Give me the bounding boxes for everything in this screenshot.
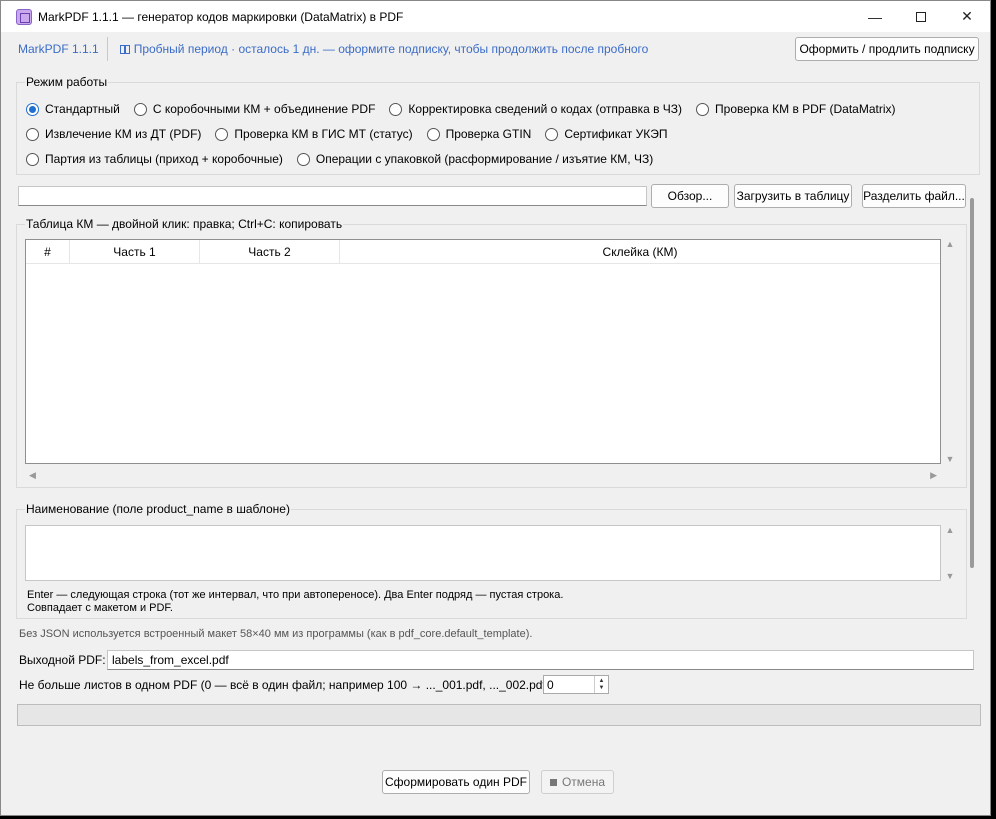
window-title: MarkPDF 1.1.1 — генератор кодов маркиров… <box>38 9 404 24</box>
spin-down-icon[interactable]: ▼ <box>599 685 605 692</box>
mode-radio-label: С коробочными КМ + объединение PDF <box>152 102 376 116</box>
minimize-button[interactable]: — <box>852 1 898 32</box>
page-scrollbar-thumb[interactable] <box>970 198 974 568</box>
version-label: MarkPDF 1.1.1 <box>10 37 108 61</box>
file-path-input[interactable] <box>18 186 647 206</box>
mode-radio-correction[interactable]: Корректировка сведений о кодах (отправка… <box>389 102 682 116</box>
trial-notice[interactable]: Пробный период · осталось 1 дн. — оформи… <box>119 42 649 56</box>
codes-table-title: Таблица КМ — двойной клик: правка; Ctrl+… <box>25 217 344 231</box>
column-header-code[interactable]: Склейка (КМ) <box>340 240 940 264</box>
mode-row-1: Стандартный С коробочными КМ + объединен… <box>26 101 910 117</box>
mode-radio-packaging[interactable]: Операции с упаковкой (расформирование / … <box>296 152 654 166</box>
mode-radio-label: Сертификат УКЭП <box>564 127 668 141</box>
mode-radio-label: Проверка КМ в ГИС МТ (статус) <box>234 127 413 141</box>
codes-table-group: Таблица КМ — двойной клик: правка; Ctrl+… <box>16 217 967 488</box>
radio-icon <box>26 102 39 116</box>
mode-radio-label: Проверка КМ в PDF (DataMatrix) <box>715 102 896 116</box>
radio-icon <box>426 127 440 141</box>
radio-icon <box>545 127 559 141</box>
radio-icon <box>26 152 39 166</box>
top-bar: MarkPDF 1.1.1 Пробный период · осталось … <box>10 34 981 64</box>
max-sheets-value: 0 <box>547 677 554 692</box>
stop-icon <box>549 778 557 786</box>
radio-icon <box>133 102 147 116</box>
mode-group-title: Режим работы <box>25 75 109 89</box>
progress-bar <box>17 704 981 726</box>
mode-radio-label: Стандартный <box>45 102 120 116</box>
mode-radio-check-gtin[interactable]: Проверка GTIN <box>426 127 532 141</box>
scroll-right-icon[interactable]: ▶ <box>930 470 937 481</box>
product-name-hint: Enter — следующая строка (тот же интерва… <box>27 589 564 614</box>
window-controls: — ✕ <box>852 1 990 32</box>
mode-row-3: Партия из таблицы (приход + коробочные) … <box>26 151 667 167</box>
mode-radio-check-pdf[interactable]: Проверка КМ в PDF (DataMatrix) <box>696 102 896 116</box>
product-name-group: Наименование (поле product_name в шаблон… <box>16 502 967 619</box>
max-sheets-label: Не больше листов в одном PDF (0 — всё в … <box>19 678 554 692</box>
maximize-button[interactable] <box>898 1 944 32</box>
column-header-part1[interactable]: Часть 1 <box>70 240 200 264</box>
cancel-label: Отмена <box>561 775 606 789</box>
product-name-title: Наименование (поле product_name в шаблон… <box>25 502 291 516</box>
scroll-down-icon[interactable]: ▼ <box>946 571 955 581</box>
load-to-table-button[interactable]: Загрузить в таблицу <box>734 184 852 208</box>
mode-radio-label: Проверка GTIN <box>445 127 532 141</box>
template-info: Без JSON используется встроенный макет 5… <box>19 628 533 640</box>
mode-radio-extract-dt[interactable]: Извлечение КМ из ДТ (PDF) <box>26 127 201 141</box>
scroll-left-icon[interactable]: ◀ <box>29 470 36 481</box>
mode-radio-label: Извлечение КМ из ДТ (PDF) <box>45 127 202 141</box>
mode-radio-check-gis[interactable]: Проверка КМ в ГИС МТ (статус) <box>215 127 413 141</box>
minimize-icon: — <box>868 8 882 25</box>
app-logo-icon <box>16 8 32 25</box>
product-name-textarea[interactable] <box>25 525 941 581</box>
mode-radio-box-codes[interactable]: С коробочными КМ + объединение PDF <box>133 102 376 116</box>
mode-radio-label: Операции с упаковкой (расформирование / … <box>315 152 654 166</box>
trial-text: Пробный период · осталось 1 дн. — оформи… <box>133 42 649 56</box>
make-pdf-button[interactable]: Сформировать один PDF <box>382 770 530 794</box>
close-icon: ✕ <box>961 8 973 24</box>
close-button[interactable]: ✕ <box>944 1 990 32</box>
app-window: MarkPDF 1.1.1 — генератор кодов маркиров… <box>0 0 991 816</box>
output-pdf-label: Выходной PDF: <box>19 653 106 667</box>
gift-icon <box>119 44 130 54</box>
mode-radio-label: Партия из таблицы (приход + коробочные) <box>45 152 283 166</box>
maximize-icon <box>916 11 926 22</box>
mode-radio-batch[interactable]: Партия из таблицы (приход + коробочные) <box>26 152 283 166</box>
table-header: # Часть 1 Часть 2 Склейка (КМ) <box>26 240 940 264</box>
table-horizontal-scrollbar[interactable]: ◀ ▶ <box>25 468 941 482</box>
radio-icon <box>696 102 710 116</box>
mode-radio-standard[interactable]: Стандартный <box>26 102 120 116</box>
mode-row-2: Извлечение КМ из ДТ (PDF) Проверка КМ в … <box>26 126 681 142</box>
table-vertical-scrollbar[interactable]: ▲ ▼ <box>940 239 960 464</box>
radio-icon <box>296 152 310 166</box>
column-header-number[interactable]: # <box>26 240 70 264</box>
browse-button[interactable]: Обзор... <box>651 184 729 208</box>
radio-icon <box>215 127 229 141</box>
product-name-scrollbar[interactable]: ▲ ▼ <box>940 525 960 581</box>
title-bar[interactable]: MarkPDF 1.1.1 — генератор кодов маркиров… <box>1 1 990 32</box>
spinbox-arrows[interactable]: ▲ ▼ <box>594 676 608 693</box>
scroll-down-icon[interactable]: ▼ <box>946 454 955 464</box>
radio-icon <box>389 102 403 116</box>
radio-icon <box>26 127 39 141</box>
cancel-button[interactable]: Отмена <box>541 770 614 794</box>
mode-radio-certificate[interactable]: Сертификат УКЭП <box>545 127 667 141</box>
codes-table[interactable]: # Часть 1 Часть 2 Склейка (КМ) <box>25 239 941 464</box>
split-file-button[interactable]: Разделить файл... <box>862 184 966 208</box>
scroll-up-icon[interactable]: ▲ <box>946 525 955 535</box>
spin-up-icon[interactable]: ▲ <box>599 678 605 685</box>
column-header-part2[interactable]: Часть 2 <box>200 240 340 264</box>
scroll-up-icon[interactable]: ▲ <box>946 239 955 249</box>
mode-radio-label: Корректировка сведений о кодах (отправка… <box>408 102 683 116</box>
max-sheets-spinbox[interactable]: 0 ▲ ▼ <box>543 675 609 694</box>
mode-group: Режим работы Стандартный С коробочными К… <box>16 75 980 175</box>
output-pdf-input[interactable]: labels_from_excel.pdf <box>107 650 974 670</box>
subscribe-button[interactable]: Оформить / продлить подписку <box>795 37 979 61</box>
